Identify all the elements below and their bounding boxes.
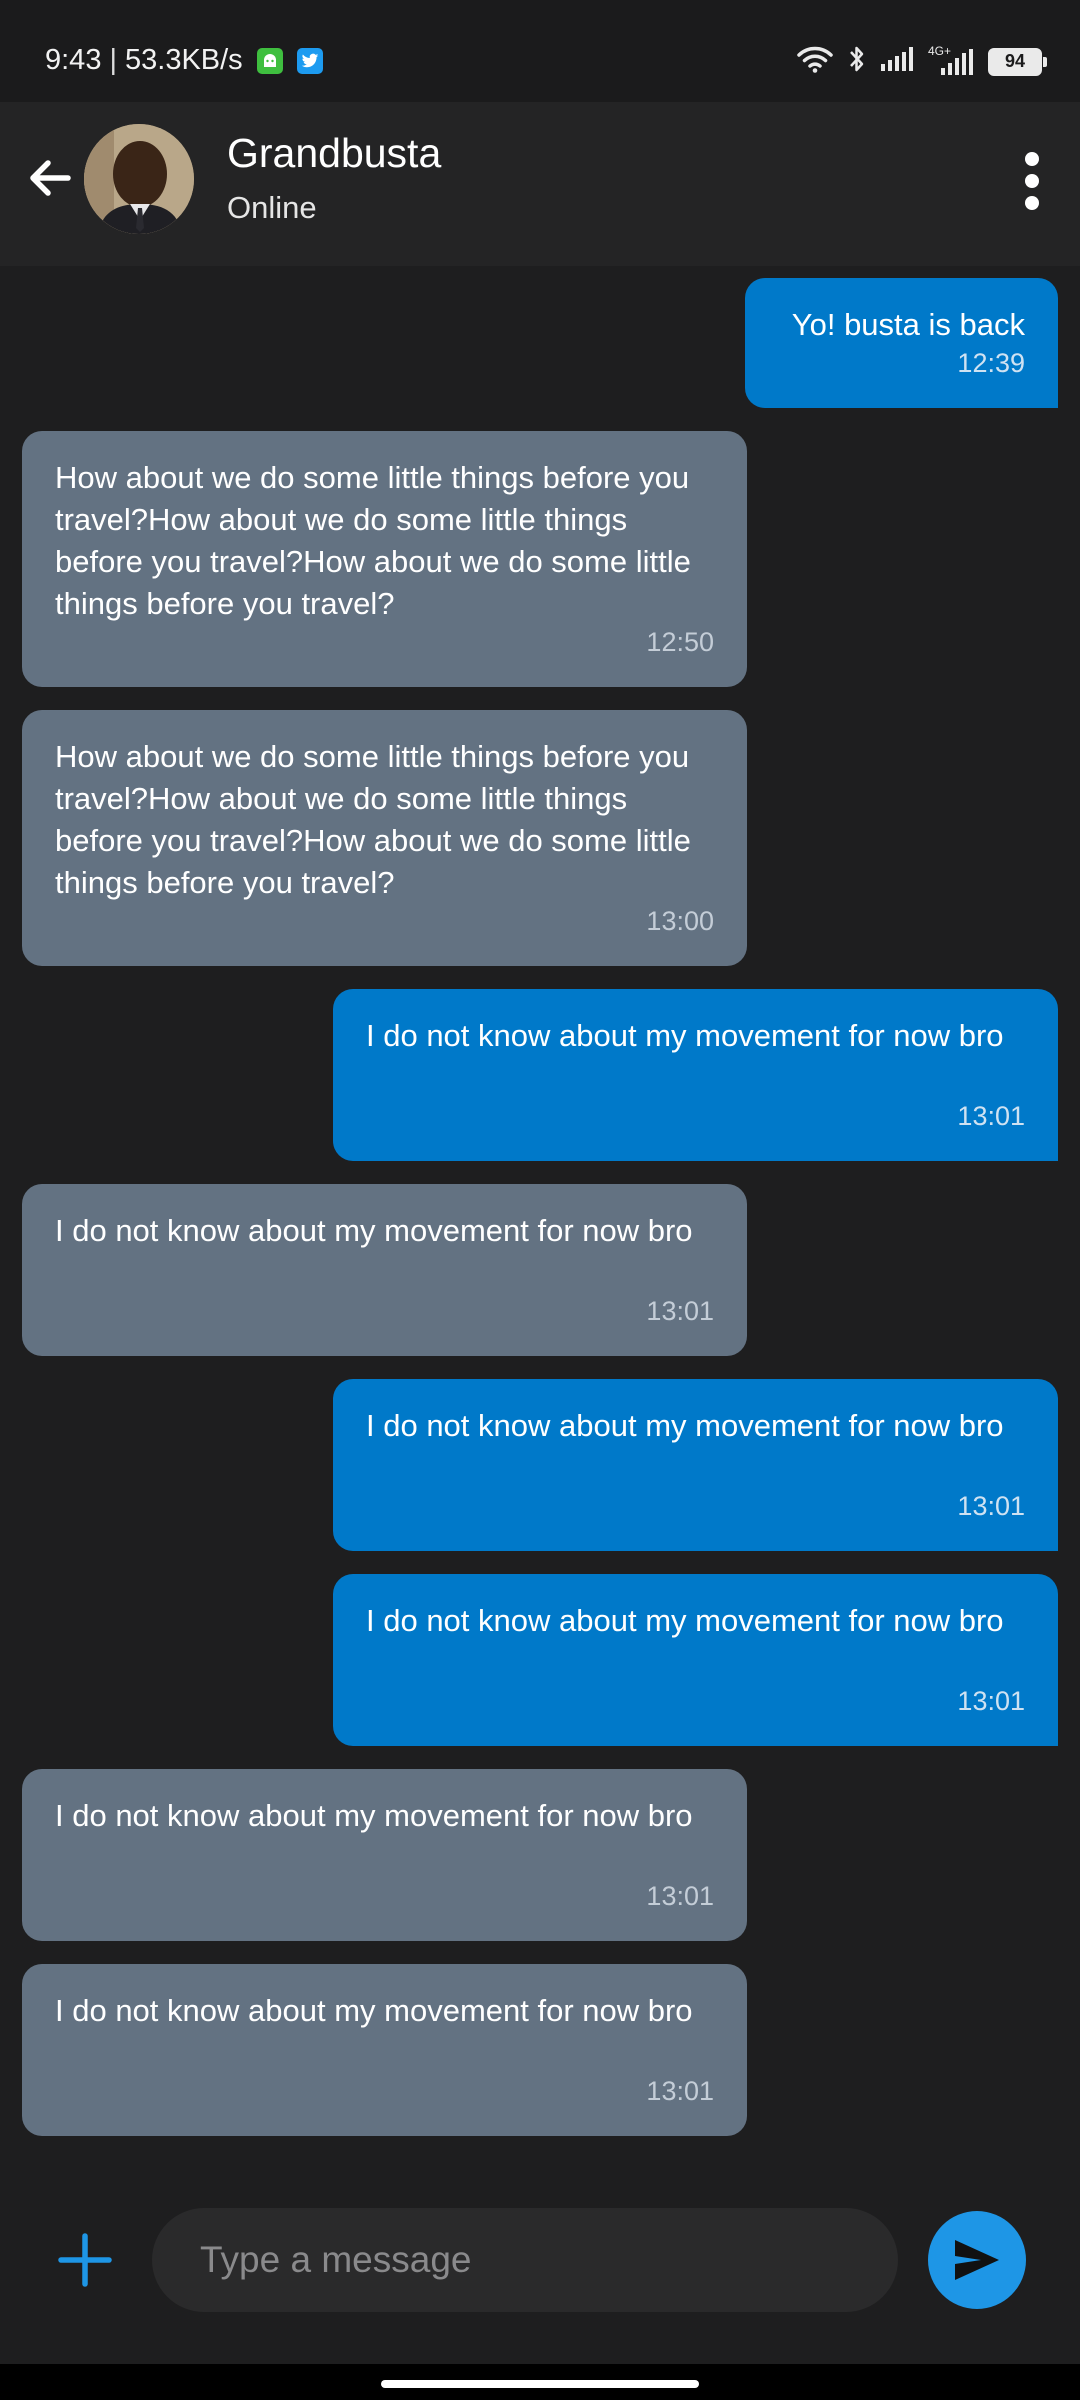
message-bubble-outgoing[interactable]: Yo! busta is back 12:39	[745, 278, 1058, 408]
contact-name[interactable]: Grandbusta	[227, 130, 441, 177]
message-time: 13:01	[957, 1101, 1025, 1131]
message-bubble-incoming[interactable]: I do not know about my movement for now …	[22, 1184, 747, 1356]
more-vert-icon-dot	[1025, 152, 1039, 166]
message-time: 13:01	[646, 1881, 714, 1911]
twitter-icon	[296, 47, 323, 74]
message-bubble-outgoing[interactable]: I do not know about my movement for now …	[333, 1574, 1058, 1746]
message-text: I do not know about my movement for now …	[366, 1603, 1004, 1638]
more-vert-icon-dot	[1025, 196, 1039, 210]
status-left: 9:43 | 53.3KB/s	[45, 44, 323, 77]
status-right: 4G+ 94	[796, 44, 1047, 79]
message-text: I do not know about my movement for now …	[55, 1993, 693, 2028]
add-attachment-button[interactable]	[55, 2230, 115, 2290]
composer-bar	[0, 2182, 1080, 2336]
status-time: 9:43	[45, 44, 102, 76]
message-time: 13:01	[646, 1296, 714, 1326]
signal-4g-icon: 4G+	[928, 44, 974, 76]
android-icon	[256, 47, 283, 74]
message-bubble-incoming[interactable]: How about we do some little things befor…	[22, 710, 747, 966]
message-text: I do not know about my movement for now …	[55, 1213, 693, 1248]
message-time: 12:50	[646, 627, 714, 657]
back-button[interactable]	[22, 150, 78, 206]
message-text: I do not know about my movement for now …	[55, 1798, 693, 1833]
message-time: 12:39	[957, 348, 1025, 378]
message-text: I do not know about my movement for now …	[366, 1018, 1004, 1053]
message-bubble-outgoing[interactable]: I do not know about my movement for now …	[333, 989, 1058, 1161]
network-speed: 53.3KB/s	[125, 44, 243, 76]
chat-header: Grandbusta Online	[0, 102, 1080, 266]
more-vert-icon-dot	[1025, 174, 1039, 188]
message-text: How about we do some little things befor…	[55, 460, 691, 621]
signal-icon	[880, 46, 914, 77]
send-icon	[955, 2240, 999, 2280]
send-button[interactable]	[928, 2211, 1026, 2309]
message-time: 13:01	[646, 2076, 714, 2106]
status-bar: 9:43 | 53.3KB/s 4G+ 94	[0, 0, 1080, 102]
plus-icon	[58, 2233, 112, 2287]
contact-avatar[interactable]	[84, 124, 194, 234]
message-bubble-incoming[interactable]: How about we do some little things befor…	[22, 431, 747, 687]
message-text: How about we do some little things befor…	[55, 739, 691, 900]
bluetooth-icon	[848, 44, 866, 79]
battery-indicator: 94	[988, 47, 1047, 76]
message-text: I do not know about my movement for now …	[366, 1408, 1004, 1443]
arrow-left-icon	[30, 160, 71, 196]
status-separator: |	[109, 44, 117, 76]
message-bubble-incoming[interactable]: I do not know about my movement for now …	[22, 1964, 747, 2136]
more-options-button[interactable]	[1004, 146, 1060, 216]
message-time: 13:01	[957, 1686, 1025, 1716]
wifi-icon	[796, 45, 834, 78]
message-bubble-incoming[interactable]: I do not know about my movement for now …	[22, 1769, 747, 1941]
message-bubble-outgoing[interactable]: I do not know about my movement for now …	[333, 1379, 1058, 1551]
system-nav-bar	[0, 2364, 1080, 2400]
contact-status: Online	[227, 190, 317, 225]
message-time: 13:01	[957, 1491, 1025, 1521]
message-time: 13:00	[646, 906, 714, 936]
message-text: Yo! busta is back	[791, 307, 1025, 342]
home-indicator[interactable]	[381, 2380, 699, 2388]
message-input[interactable]	[152, 2208, 898, 2312]
